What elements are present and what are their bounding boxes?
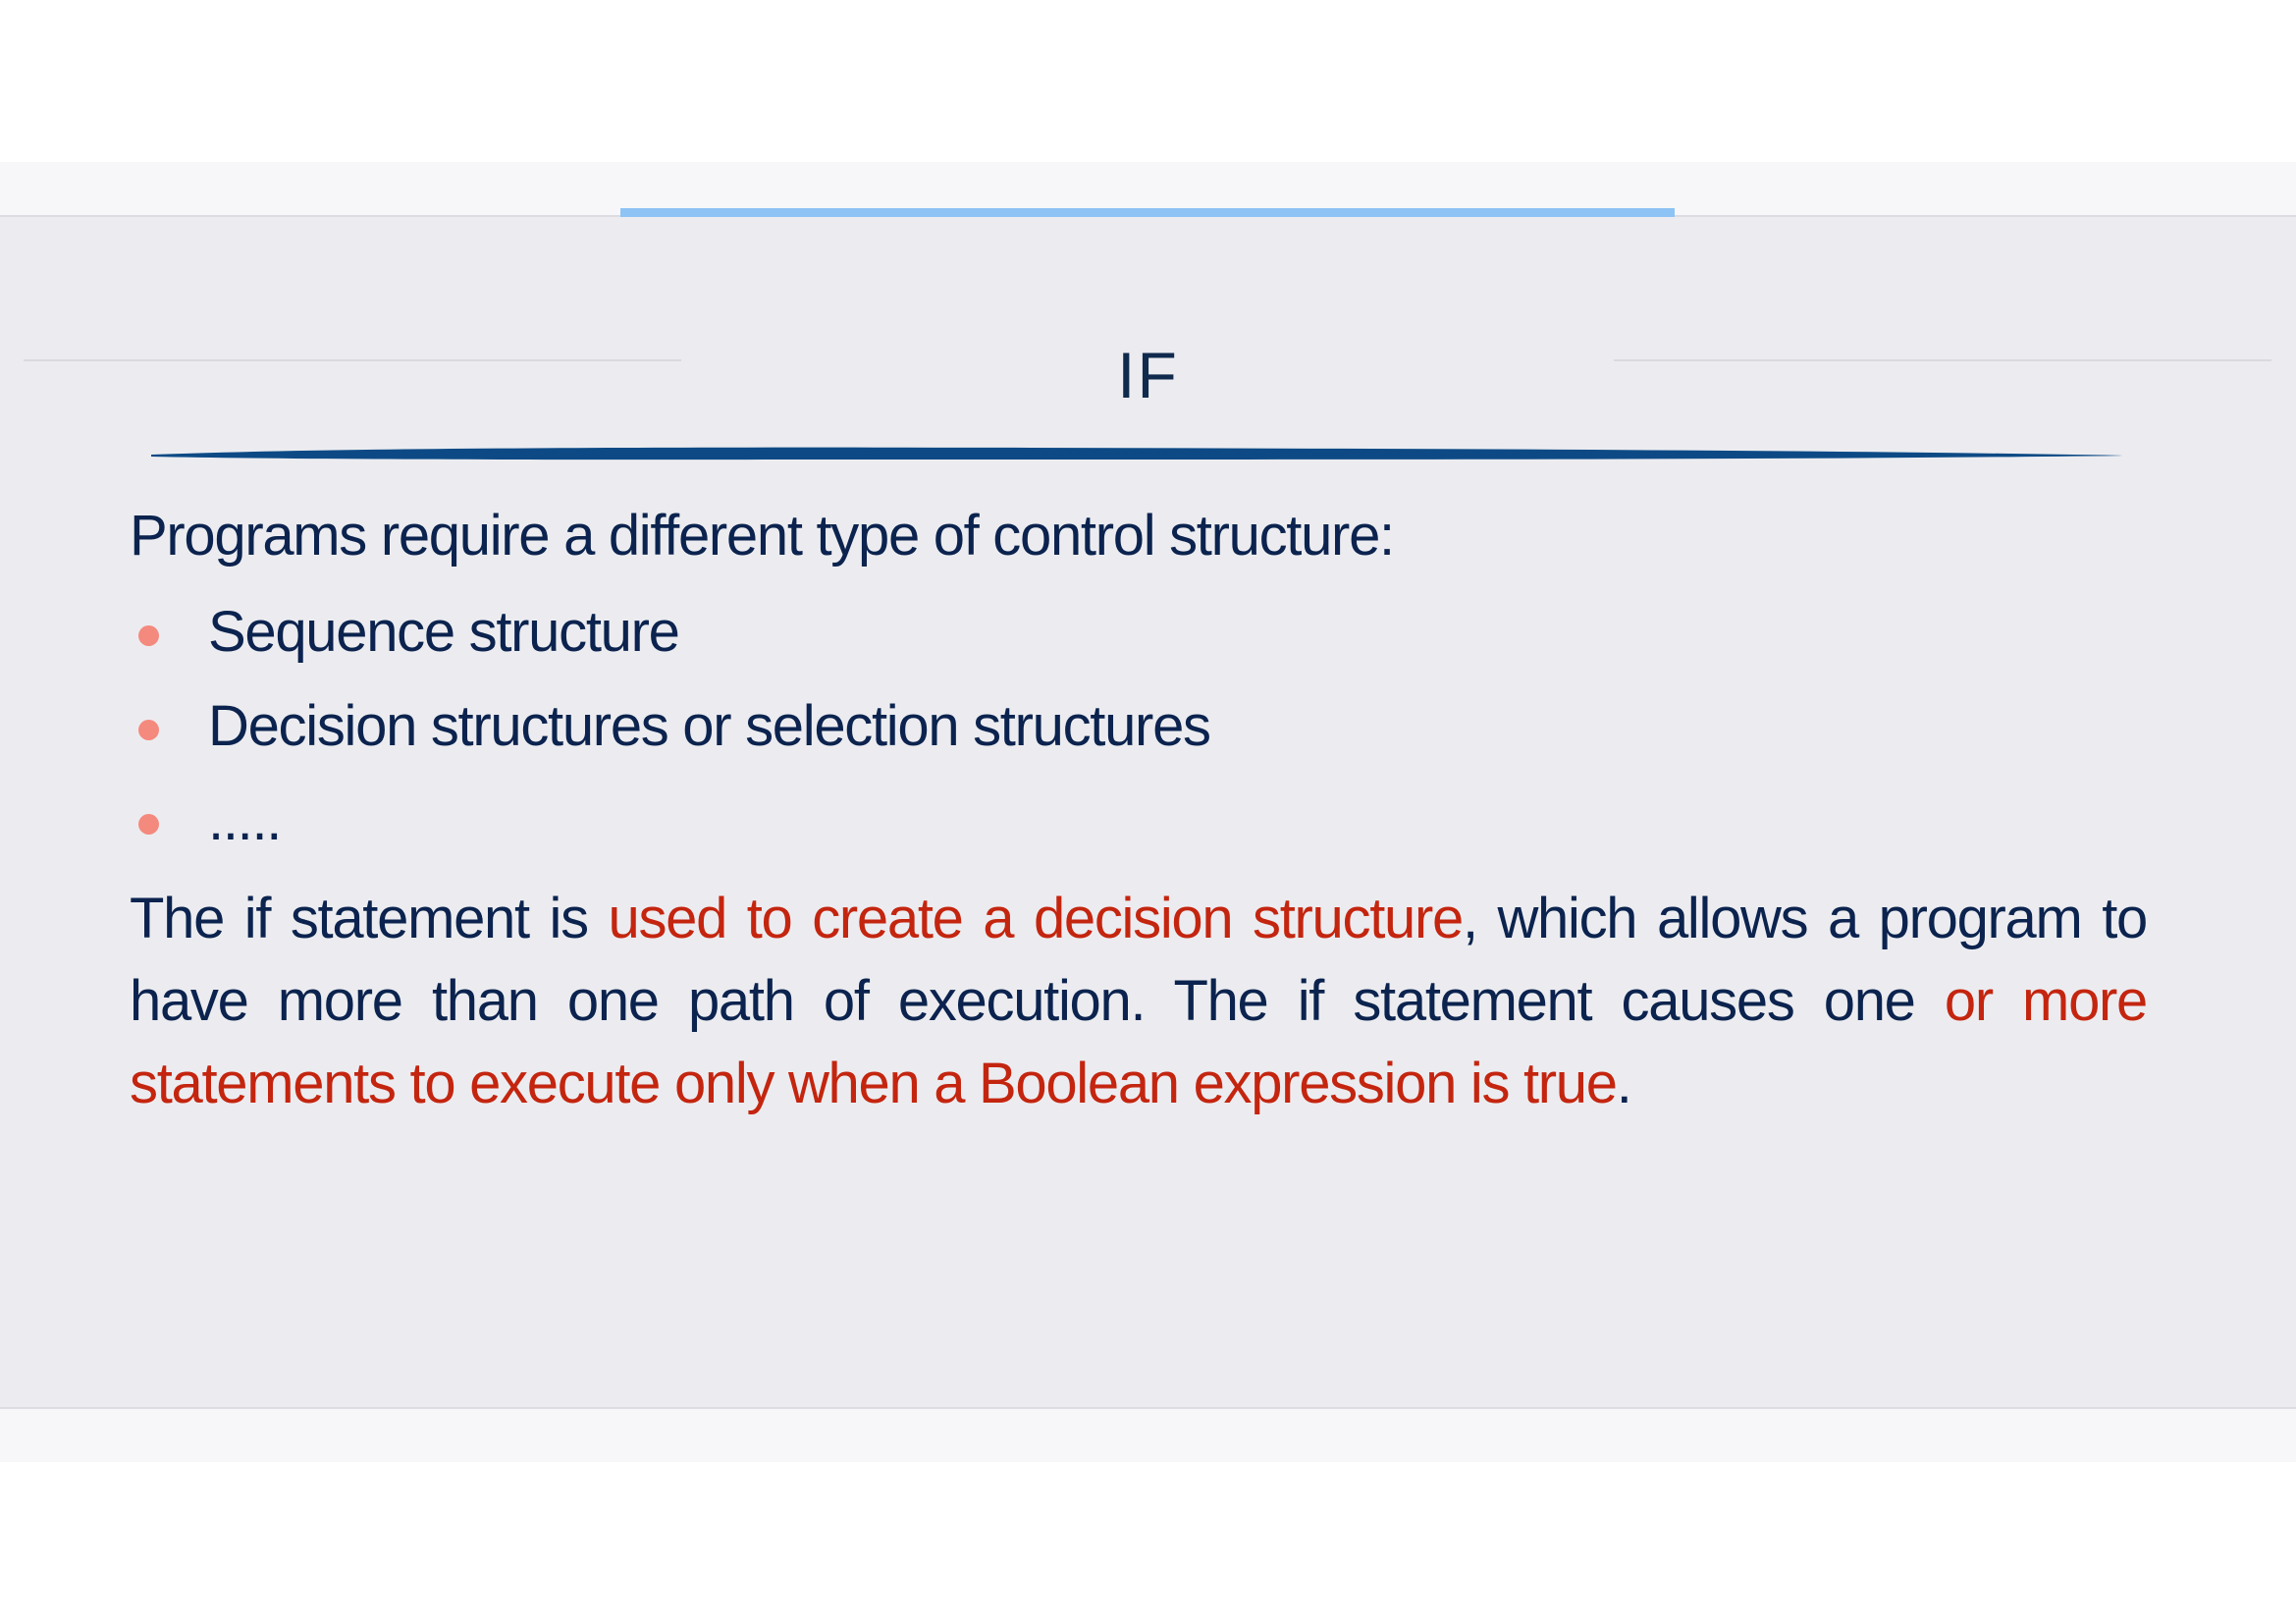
bullet-dot-icon	[138, 720, 159, 740]
accent-bar	[620, 208, 1675, 217]
paragraph-text: .	[1616, 1052, 1632, 1115]
bullet-dot-icon	[138, 814, 159, 835]
title-underline-stroke	[151, 447, 2126, 460]
paragraph-highlight: used to create a decision structure	[608, 887, 1464, 950]
bullet-item: .....	[130, 774, 2147, 868]
bullet-list: Sequence structure Decision structures o…	[130, 585, 2147, 868]
bullet-text: Decision structures or selection structu…	[208, 694, 1211, 758]
bullet-text: Sequence structure	[208, 600, 680, 664]
paragraph-text: The if statement is	[130, 887, 609, 950]
bullet-item: Sequence structure	[130, 585, 2147, 679]
intro-text: Programs require a different type of con…	[130, 504, 1395, 568]
bullet-dot-icon	[138, 625, 159, 646]
bullet-item: Decision structures or selection structu…	[130, 679, 2147, 774]
bullet-text: .....	[208, 788, 282, 852]
if-statement-paragraph: The if statement is used to create a dec…	[130, 878, 2148, 1125]
slide-content: Programs require a different type of con…	[130, 491, 2148, 1125]
slide-title: IF	[1117, 339, 1179, 411]
bottom-band	[0, 1407, 2296, 1462]
